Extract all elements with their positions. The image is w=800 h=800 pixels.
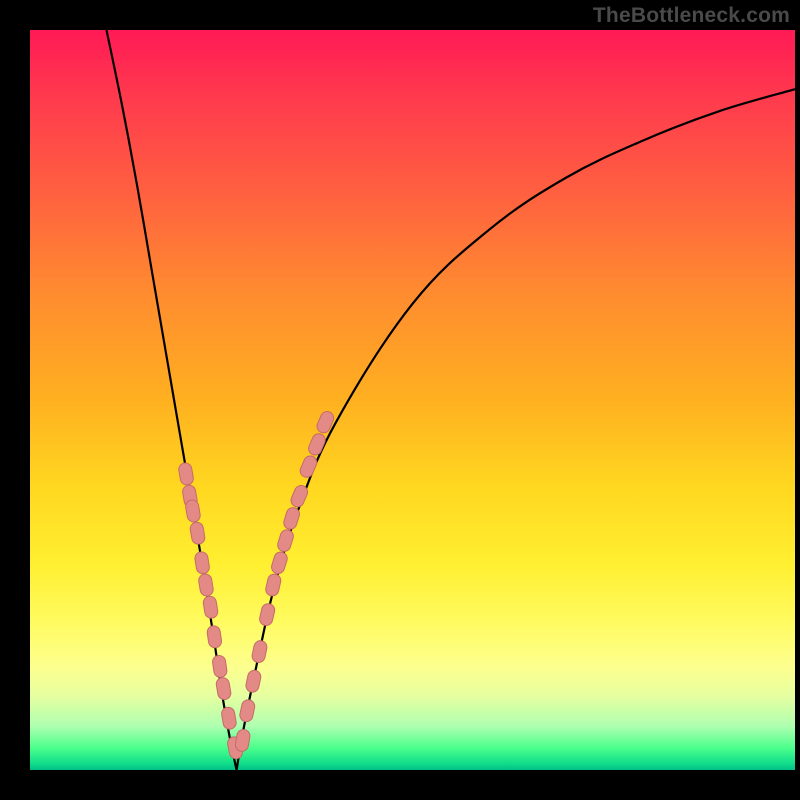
bead-marker (264, 573, 282, 597)
bead-marker (212, 655, 228, 679)
bead-marker (189, 521, 206, 545)
bead-marker (234, 728, 251, 752)
bead-marker (239, 699, 256, 723)
bead-marker (258, 602, 276, 626)
bead-marker (178, 462, 195, 486)
watermark-text: TheBottleneck.com (593, 4, 790, 28)
bead-marker (185, 499, 202, 523)
plot-area (30, 30, 795, 770)
bead-marker (251, 640, 268, 664)
bead-marker (206, 625, 222, 649)
bead-marker (245, 669, 262, 693)
bead-marker (198, 573, 214, 597)
bead-markers (178, 410, 336, 760)
bead-marker (282, 506, 301, 531)
bead-marker (315, 410, 336, 435)
bead-marker (194, 551, 210, 575)
bead-marker (202, 595, 218, 619)
curve-layer (30, 30, 795, 770)
bead-marker (298, 454, 319, 479)
bead-marker (276, 528, 295, 553)
bead-marker (270, 550, 289, 575)
bead-marker (307, 432, 328, 457)
bead-marker (215, 677, 232, 701)
bead-marker (221, 706, 238, 730)
chart-frame: TheBottleneck.com (0, 0, 800, 800)
